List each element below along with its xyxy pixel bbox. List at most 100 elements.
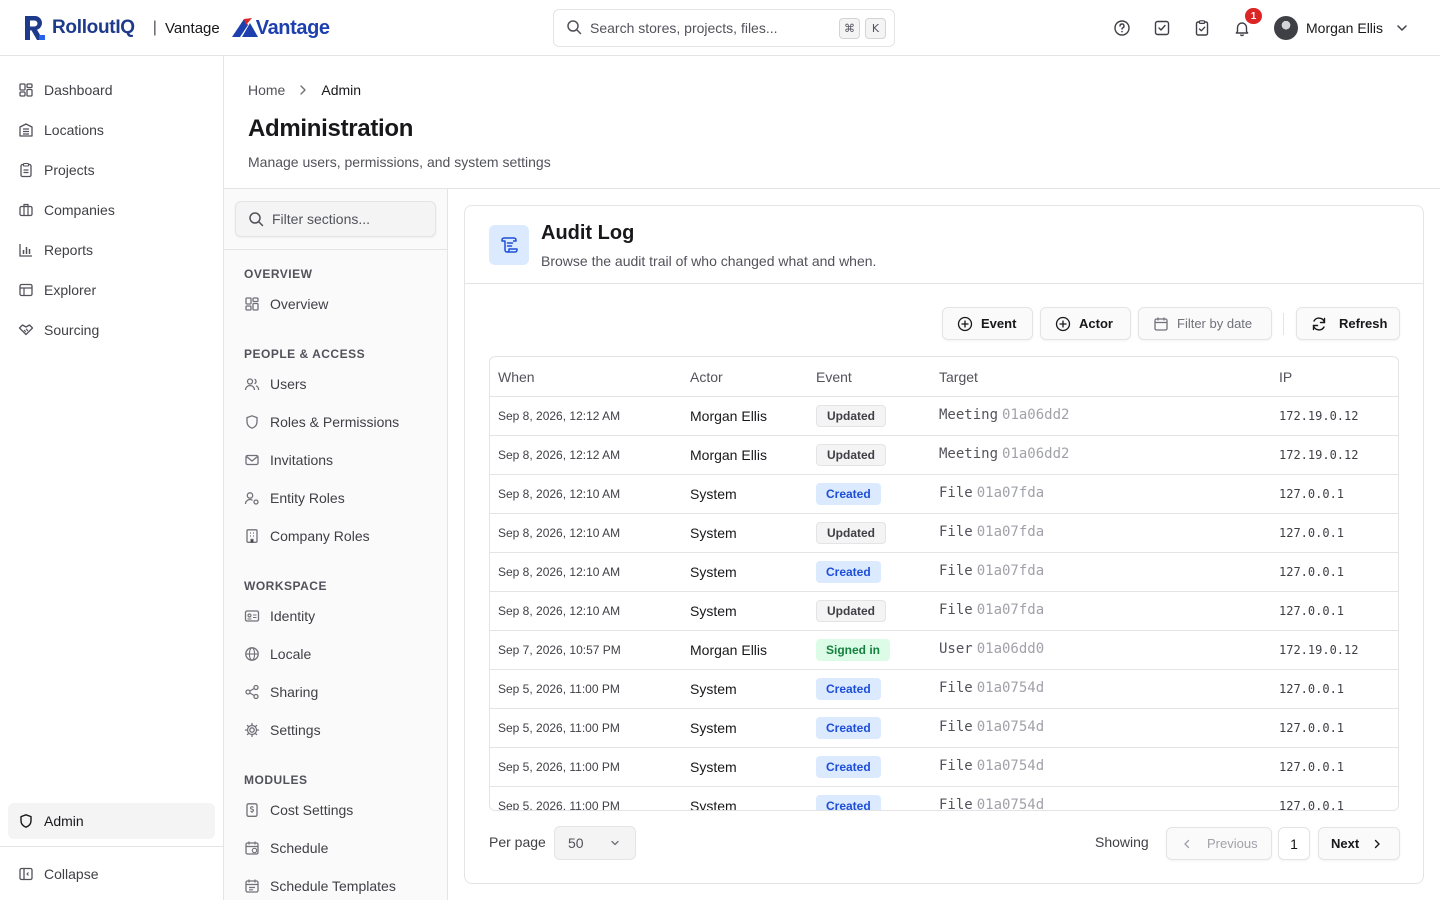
page-subtitle: Manage users, permissions, and system se… [248,154,551,170]
section-heading-modules: MODULES [244,773,308,787]
cell-when: Sep 7, 2026, 10:57 PM [498,643,621,657]
clipboard-check-icon[interactable] [1192,18,1212,38]
section-item-schedule[interactable]: Schedule [244,838,328,858]
table-row[interactable]: Sep 5, 2026, 11:00 PM System Created File 01… [490,670,1398,709]
cell-target[interactable]: Meeting 01a06dd2 [939,407,1069,423]
column-header-ip[interactable]: IP [1279,369,1292,385]
column-header-actor[interactable]: Actor [690,369,723,385]
event-filter-label: Event [981,316,1017,331]
cell-target[interactable]: File 01a07fda [939,524,1044,540]
sidebar-item-admin[interactable]: Admin [8,803,215,839]
help-icon[interactable] [1112,18,1132,38]
refresh-button[interactable]: Refresh [1296,307,1400,340]
cell-actor: System [690,759,737,775]
section-item-overview[interactable]: Overview [244,294,328,314]
column-header-event[interactable]: Event [816,369,852,385]
section-filter[interactable] [235,201,436,237]
section-item-label: Sharing [270,684,319,700]
shortcut-modifier-key: ⌘ [839,18,860,39]
user-menu[interactable]: Morgan Ellis [1274,16,1409,40]
section-heading-workspace: WORKSPACE [244,579,327,593]
sidebar-item-label: Locations [44,122,104,138]
target-type: File [939,719,973,735]
table-row[interactable]: Sep 8, 2026, 12:10 AM System Created File 01… [490,553,1398,592]
cell-target[interactable]: File 01a0754d [939,680,1044,696]
tasks-icon[interactable] [1152,18,1172,38]
column-header-target[interactable]: Target [939,369,978,385]
cell-when: Sep 5, 2026, 11:00 PM [498,799,620,811]
event-filter-button[interactable]: Event [942,307,1033,340]
column-header-when[interactable]: When [498,369,535,385]
cell-target[interactable]: File 01a0754d [939,758,1044,774]
section-item-roles-permissions[interactable]: Roles & Permissions [244,412,399,432]
cell-actor: System [690,564,737,580]
cell-when: Sep 5, 2026, 11:00 PM [498,682,620,696]
cell-target[interactable]: File 01a0754d [939,719,1044,735]
cell-target[interactable]: File 01a0754d [939,797,1044,810]
sidebar-item-projects[interactable]: Projects [8,152,215,188]
table-row[interactable]: Sep 5, 2026, 11:00 PM System Created File 01… [490,748,1398,787]
section-item-locale[interactable]: Locale [244,644,311,664]
section-item-schedule-templates[interactable]: Schedule Templates [244,876,396,896]
sidebar-item-sourcing[interactable]: Sourcing [8,312,215,348]
section-item-users[interactable]: Users [244,374,307,394]
table-row[interactable]: Sep 8, 2026, 12:10 AM System Updated File 01… [490,592,1398,631]
page-1-button[interactable]: 1 [1278,827,1310,860]
sidebar-item-label: Reports [44,242,94,258]
cell-ip: 172.19.0.12 [1279,643,1359,657]
sidebar-item-locations[interactable]: Locations [8,112,215,148]
table-row[interactable]: Sep 8, 2026, 12:10 AM System Created File 01… [490,475,1398,514]
table-row[interactable]: Sep 5, 2026, 11:00 PM System Created File 01… [490,787,1398,811]
target-id: 01a0754d [976,758,1045,774]
section-item-company-roles[interactable]: Company Roles [244,526,370,546]
table-row[interactable]: Sep 8, 2026, 12:10 AM System Updated File 01… [490,514,1398,553]
next-page-button[interactable]: Next [1318,827,1400,860]
cell-target[interactable]: File 01a07fda [939,602,1044,618]
section-item-settings[interactable]: Settings [244,720,321,740]
section-item-identity[interactable]: Identity [244,606,315,626]
table-row[interactable]: Sep 5, 2026, 11:00 PM System Created File 01… [490,709,1398,748]
per-page-select[interactable]: 50 [554,826,636,860]
chevron-right-icon [1371,838,1383,850]
actor-filter-button[interactable]: Actor [1040,307,1131,340]
section-item-label: Cost Settings [270,802,354,818]
filter-sections-input[interactable] [272,211,432,227]
breadcrumb-home[interactable]: Home [248,82,285,98]
audit-log-card: Audit Log Browse the audit trail of who … [464,205,1424,884]
globe-icon [244,646,260,662]
cell-target[interactable]: File 01a07fda [939,563,1044,579]
section-item-sharing[interactable]: Sharing [244,682,318,702]
cell-target[interactable]: File 01a07fda [939,485,1044,501]
section-item-invitations[interactable]: Invitations [244,450,333,470]
cell-target[interactable]: User 01a06dd0 [939,641,1044,657]
section-item-label: Entity Roles [270,490,345,506]
date-filter-button[interactable]: Filter by date [1138,307,1272,340]
global-search[interactable]: ⌘ K [553,9,895,47]
sidebar-item-dashboard[interactable]: Dashboard [8,72,215,108]
table-row[interactable]: Sep 8, 2026, 12:12 AM Morgan Ellis Updated… [490,436,1398,475]
previous-page-button[interactable]: Previous [1166,827,1272,860]
section-item-entity-roles[interactable]: Entity Roles [244,488,345,508]
target-type: File [939,758,973,774]
cell-target[interactable]: Meeting 01a06dd2 [939,446,1069,462]
table-row[interactable]: Sep 8, 2026, 12:12 AM Morgan Ellis Updated… [490,397,1398,436]
sidebar-item-label: Explorer [44,282,97,298]
table-row[interactable]: Sep 7, 2026, 10:57 PM Morgan Ellis Signed … [490,631,1398,670]
section-item-label: Users [270,376,307,392]
cell-when: Sep 5, 2026, 11:00 PM [498,721,620,735]
cell-actor: System [690,798,737,811]
calendar-icon [1153,316,1169,332]
sidebar-item-reports[interactable]: Reports [8,232,215,268]
collapse-sidebar-button[interactable]: Collapse [8,856,215,892]
search-input[interactable] [590,20,830,36]
brand[interactable]: RolloutIQ | Vantage Vantage [22,14,330,42]
section-item-cost-settings[interactable]: Cost Settings [244,800,353,820]
cell-actor: System [690,720,737,736]
sidebar-item-companies[interactable]: Companies [8,192,215,228]
cell-ip: 127.0.0.1 [1279,799,1345,811]
sidebar-item-explorer[interactable]: Explorer [8,272,215,308]
refresh-label: Refresh [1339,316,1388,331]
dashboard-icon [244,296,260,312]
chevron-down-icon [609,837,621,849]
per-page-value: 50 [568,835,584,851]
